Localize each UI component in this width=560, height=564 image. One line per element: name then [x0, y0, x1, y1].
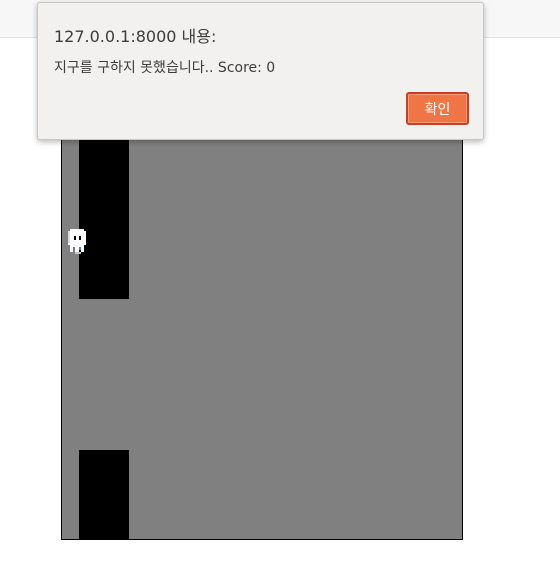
alert-dialog: 127.0.0.1:8000 내용: 지구를 구하지 못했습니다.. Score…: [37, 2, 484, 140]
bottom-pipe-obstacle: [79, 450, 129, 539]
game-canvas[interactable]: [61, 120, 463, 540]
top-pipe-obstacle: [79, 121, 129, 299]
dialog-message: 지구를 구하지 못했습니다.. Score: 0: [54, 60, 276, 76]
ghost-character-icon: [65, 227, 89, 255]
confirm-button[interactable]: 확인: [406, 92, 469, 125]
dialog-title: 127.0.0.1:8000 내용:: [54, 27, 217, 46]
